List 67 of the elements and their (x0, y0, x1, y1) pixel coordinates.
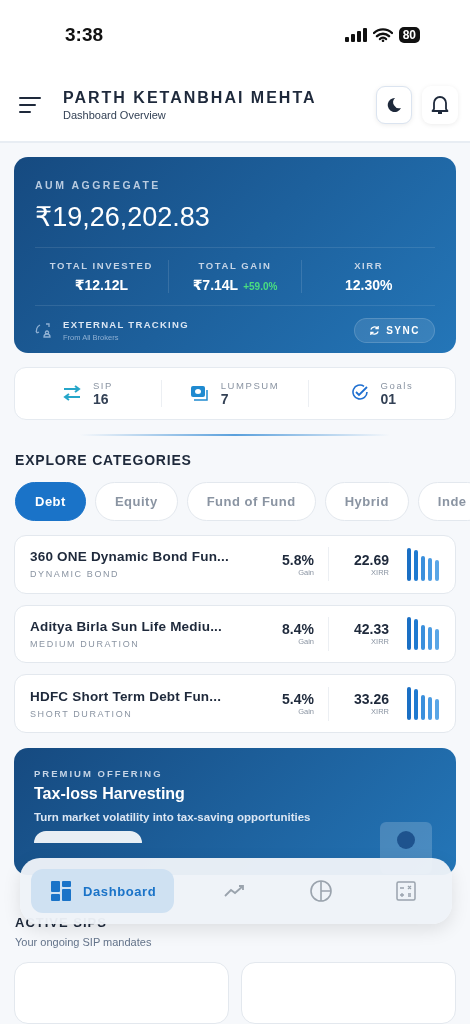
sip-card[interactable] (14, 962, 229, 1024)
summary-value: 16 (92, 390, 110, 407)
section-title: ACTIVE SIPS (15, 915, 108, 930)
sip-card[interactable] (241, 962, 456, 1024)
fund-name: 360 ONE Dynamic Bond Fun... (30, 549, 230, 565)
dashboard-icon (51, 881, 71, 901)
category-tab[interactable]: Inde (417, 481, 470, 521)
summary-label: Goals (380, 379, 414, 391)
status-time: 3:38 (65, 23, 104, 46)
gain-change: +59.0% (243, 280, 278, 292)
section-subtitle: Your ongoing SIP mandates (15, 936, 153, 948)
bars-icon (407, 547, 441, 581)
xirr-value: 22.69 (353, 551, 389, 568)
section-title: EXPLORE CATEGORIES (15, 451, 193, 468)
page-subtitle: Dashboard Overview (63, 109, 167, 122)
fund-name: Aditya Birla Sun Life Mediu... (30, 618, 224, 634)
summary-label: SIP (92, 379, 114, 391)
gain-value: 5.4% (282, 691, 314, 708)
summary-value: 01 (380, 390, 398, 407)
trend-icon (224, 884, 247, 898)
category-tab[interactable]: Equity (94, 481, 178, 521)
sync-button[interactable]: SYNC (354, 317, 435, 343)
transfer-arrows-icon (62, 385, 81, 402)
aum-label: AUM AGGREGATE (35, 178, 162, 191)
tracking-title: EXTERNAL TRACKING (63, 318, 190, 330)
fund-category: SHORT DURATION (30, 708, 134, 719)
promo-eyebrow: PREMIUM OFFERING (34, 767, 164, 779)
notifications-button[interactable] (422, 86, 458, 125)
xirr-value: 42.33 (353, 621, 389, 638)
bars-icon (407, 687, 441, 721)
fund-name: HDFC Short Term Debt Fun... (30, 688, 223, 704)
tracking-icon (35, 322, 53, 339)
summary-label: LUMPSUM (220, 379, 280, 391)
theme-toggle-button[interactable] (376, 86, 412, 125)
promo-button[interactable] (34, 830, 142, 843)
metric-label: TOTAL INVESTED (49, 259, 153, 271)
wifi-icon (372, 27, 393, 42)
promo-title: Tax-loss Harvesting (34, 784, 186, 803)
gain-value: 8.4% (282, 621, 314, 638)
nav-tab[interactable]: Dashboard (31, 869, 175, 913)
bars-icon (407, 617, 441, 651)
cash-icon (190, 385, 209, 401)
promo-text: Turn market volatility into tax-saving opportunities (34, 810, 312, 823)
signal-icon (344, 27, 367, 42)
moon-icon (385, 96, 403, 115)
category-tab[interactable]: Hybrid (324, 481, 409, 521)
metric-value: ₹12.12L (74, 276, 128, 293)
metric-label: TOTAL GAIN (198, 259, 272, 271)
fund-category: MEDIUM DURATION (30, 638, 141, 649)
metric-value: 12.30% (344, 276, 393, 293)
aum-value: ₹19,26,202.83 (35, 200, 211, 233)
metric-label: XIRR (354, 259, 384, 271)
menu-icon[interactable] (19, 96, 41, 115)
sync-icon (369, 324, 381, 336)
gain-value: 5.8% (282, 551, 314, 568)
pie-chart-icon (310, 880, 333, 902)
category-tab[interactable]: Fund of Fund (186, 481, 316, 521)
summary-value: 7 (220, 390, 230, 407)
check-circle-icon (350, 384, 369, 403)
calculator-icon (396, 881, 416, 901)
bell-icon (431, 95, 449, 116)
user-name: PARTH KETANBHAI MEHTA (63, 89, 318, 108)
category-tab[interactable]: Debt (15, 481, 86, 521)
xirr-value: 33.26 (353, 691, 389, 708)
metric-value: ₹7.14L (192, 276, 239, 293)
fund-category: DYNAMIC BOND (30, 569, 121, 580)
battery-level: 80 (398, 26, 420, 43)
